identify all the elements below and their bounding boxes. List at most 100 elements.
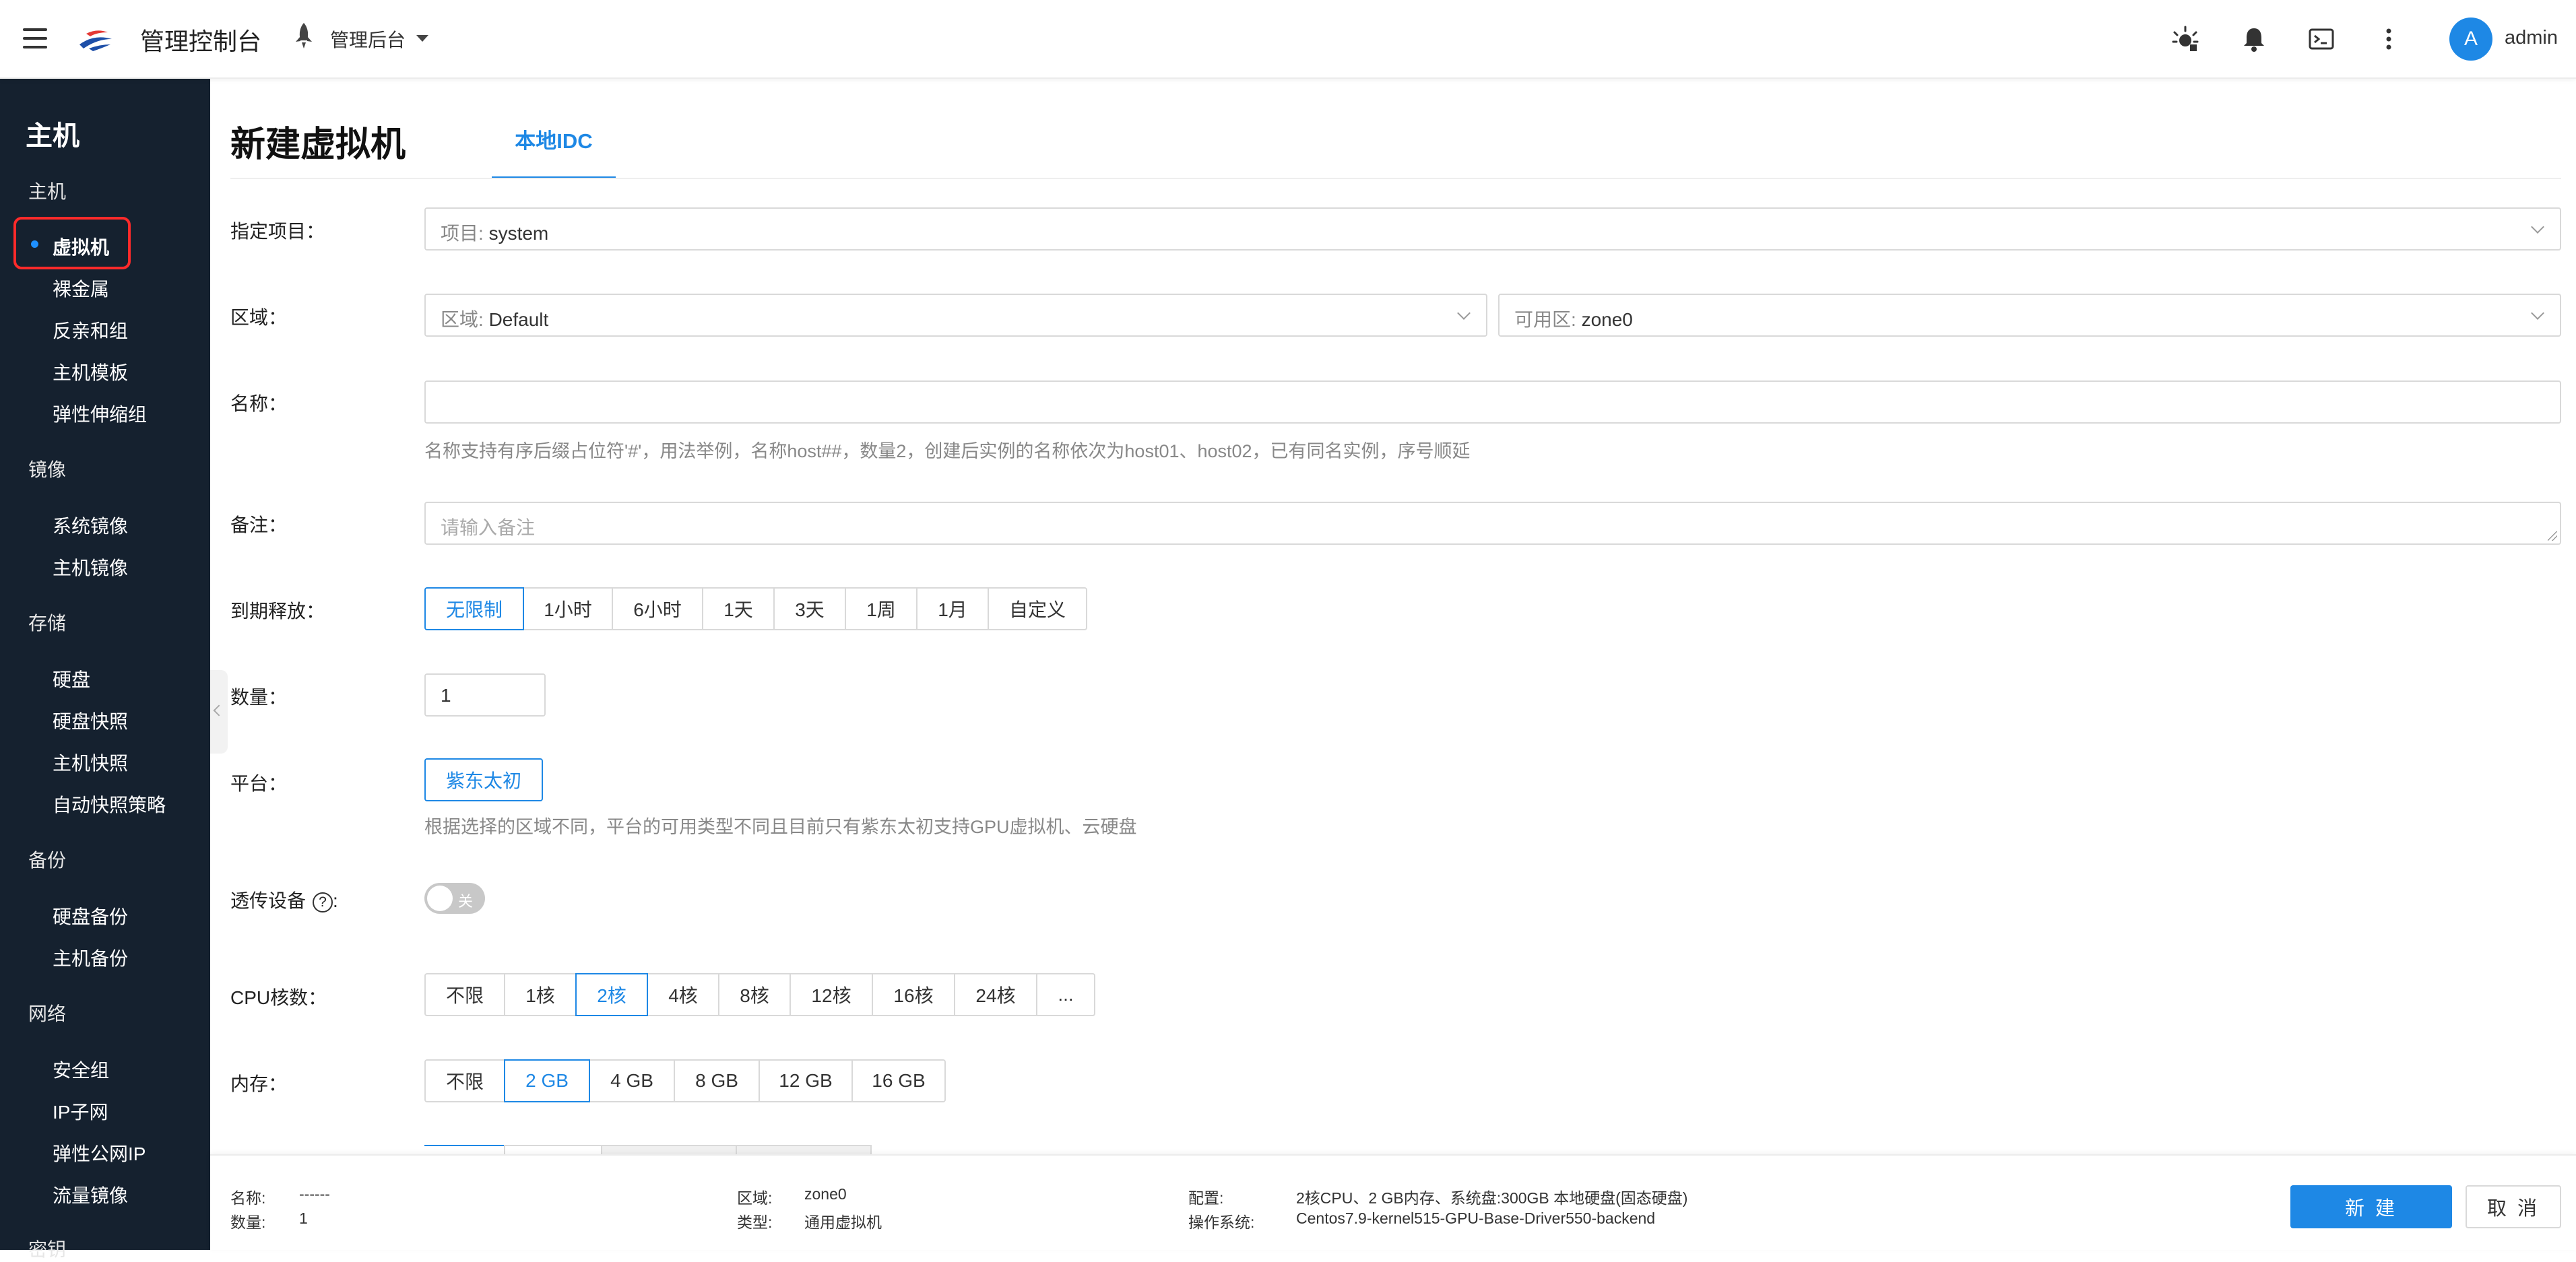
theme-icon[interactable] [2170,24,2200,54]
expire-option-1w[interactable]: 1周 [845,587,917,630]
sidebar-group-key: 密钥 [28,1239,67,1260]
caret-down-icon[interactable] [416,35,428,42]
sidebar-item-traffic-mirror[interactable]: 流量镜像 [53,1181,128,1208]
sidebar-item-host-template[interactable]: 主机模板 [53,358,128,385]
toggle-text: 关 [458,893,474,910]
sidebar-item-disk-backup[interactable]: 硬盘备份 [53,902,128,929]
memory-option-4gb[interactable]: 4 GB [589,1059,675,1102]
platform-label: 平台： [230,773,288,794]
memory-label: 内存： [230,1073,288,1094]
sidebar: 主机 主机 虚拟机 裸金属 反亲和组 主机模板 弹性伸缩组 镜像 系统镜像 主机… [0,79,210,1260]
memory-option-12gb[interactable]: 12 GB [759,1059,853,1102]
summary-region-label: 区域: [737,1189,773,1207]
sidebar-item-host-snapshot[interactable]: 主机快照 [53,749,128,776]
summary-footer: 名称: ------ 数量: 1 区域: zone0 类型: 通用虚拟机 配置:… [210,1154,2576,1250]
terminal-icon[interactable] [2307,24,2336,54]
more-vertical-icon[interactable] [2374,24,2404,54]
summary-qty-label: 数量: [230,1214,266,1231]
summary-qty-value: 1 [299,1209,308,1227]
expire-option-unlimited[interactable]: 无限制 [424,587,524,630]
cpu-option-12[interactable]: 12核 [790,973,873,1016]
help-icon[interactable]: ? [313,892,333,912]
sidebar-group-image: 镜像 [28,459,67,480]
passthrough-toggle[interactable]: 关 [424,883,485,914]
memory-option-16gb[interactable]: 16 GB [851,1059,946,1102]
zone-select[interactable]: 可用区: zone0 [1498,294,2561,337]
hamburger-icon[interactable] [23,28,47,48]
project-value: system [488,223,549,244]
active-dot-icon [31,240,38,248]
cpu-option-4[interactable]: 4核 [647,973,719,1016]
memory-option-any[interactable]: 不限 [424,1059,505,1102]
avatar[interactable]: A [2449,18,2492,61]
memory-option-8gb[interactable]: 8 GB [674,1059,760,1102]
resize-grip-icon[interactable] [2548,531,2557,541]
cpu-option-1[interactable]: 1核 [504,973,577,1016]
sidebar-item-autoscaling[interactable]: 弹性伸缩组 [53,400,147,427]
remark-label: 备注： [230,514,288,535]
zone-prefix: 可用区: [1514,309,1582,330]
memory-option-2gb[interactable]: 2 GB [504,1059,590,1102]
tab-local-idc[interactable]: 本地IDC [492,113,616,179]
sidebar-item-vm[interactable]: 虚拟机 [53,233,109,260]
expire-option-custom[interactable]: 自定义 [988,587,1087,630]
logo[interactable] [77,24,115,54]
sidebar-item-host-backup[interactable]: 主机备份 [53,944,128,971]
summary-name-label: 名称: [230,1189,266,1207]
expire-option-1d[interactable]: 1天 [702,587,775,630]
region-value: Default [488,309,549,330]
cpu-options: 不限 1核 2核 4核 8核 12核 16核 24核 ... [424,973,1095,1016]
name-input[interactable] [424,380,2561,424]
chevron-down-icon [2531,220,2544,234]
cancel-button[interactable]: 取 消 [2466,1185,2561,1228]
region-select[interactable]: 区域: Default [424,294,1487,337]
project-select[interactable]: 项目: system [424,207,2561,251]
sidebar-item-anti-affinity[interactable]: 反亲和组 [53,317,128,343]
cpu-option-16[interactable]: 16核 [872,973,955,1016]
summary-os-value: Centos7.9-kernel515-GPU-Base-Driver550-b… [1296,1209,1656,1227]
name-hint: 名称支持有序后缀占位符'#'，用法举例，名称host##，数量2，创建后实例的名… [424,441,1471,461]
sidebar-item-eip[interactable]: 弹性公网IP [53,1139,146,1166]
sidebar-collapse-handle[interactable] [210,670,228,754]
quantity-label: 数量： [230,687,288,708]
passthrough-label: 透传设备?: [230,886,338,913]
page-title: 新建虚拟机 [230,125,406,164]
sidebar-item-host-image[interactable]: 主机镜像 [53,554,128,580]
cpu-option-more[interactable]: ... [1036,973,1095,1016]
sidebar-item-system-image[interactable]: 系统镜像 [53,512,128,539]
cpu-option-24[interactable]: 24核 [954,973,1037,1016]
summary-type-label: 类型: [737,1214,773,1231]
cpu-option-2[interactable]: 2核 [575,973,648,1016]
bell-icon[interactable] [2239,24,2269,54]
rocket-icon [296,23,312,48]
sidebar-group-network: 网络 [28,1003,67,1024]
passthrough-label-text: 透传设备 [230,890,307,911]
region-label: 区域： [230,307,288,328]
sidebar-group-host: 主机 [28,181,67,202]
sidebar-item-auto-snapshot[interactable]: 自动快照策略 [53,791,166,818]
cpu-option-any[interactable]: 不限 [424,973,505,1016]
zone-value: zone0 [1581,309,1633,330]
sidebar-group-backup: 备份 [28,850,67,871]
expire-option-1m[interactable]: 1月 [916,587,989,630]
project-switch[interactable]: 管理后台 [330,26,406,53]
top-bar: 管理控制台 管理后台 A admin [0,0,2576,79]
cpu-option-8[interactable]: 8核 [718,973,791,1016]
sidebar-item-security-group[interactable]: 安全组 [53,1056,109,1083]
quantity-input[interactable]: 1 [424,673,546,717]
sidebar-item-ip-subnet[interactable]: IP子网 [53,1098,108,1125]
passthrough-colon: : [333,890,338,911]
sidebar-item-baremetal[interactable]: 裸金属 [53,275,109,302]
sidebar-item-disk[interactable]: 硬盘 [53,665,90,692]
expire-option-3d[interactable]: 3天 [773,587,846,630]
platform-option[interactable]: 紫东太初 [424,758,543,801]
expire-option-6h[interactable]: 6小时 [612,587,703,630]
create-button[interactable]: 新 建 [2290,1185,2452,1228]
app-title: 管理控制台 [140,28,262,55]
sidebar-item-disk-snapshot[interactable]: 硬盘快照 [53,707,128,734]
expire-option-1h[interactable]: 1小时 [523,587,613,630]
project-label: 指定项目： [230,221,325,242]
username[interactable]: admin [2505,27,2558,49]
remark-textarea[interactable]: 请输入备注 [424,502,2561,545]
summary-type-value: 通用虚拟机 [804,1214,882,1231]
